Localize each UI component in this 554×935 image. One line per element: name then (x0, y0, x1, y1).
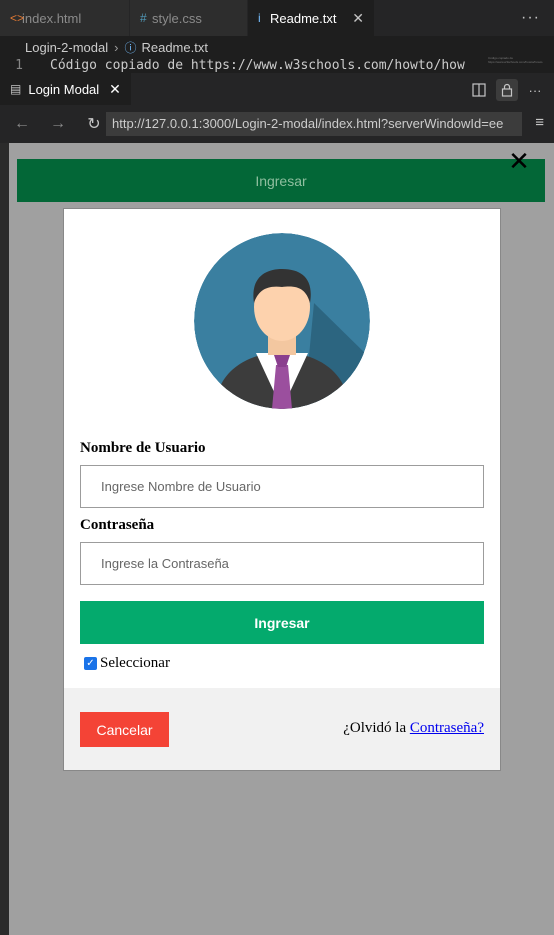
tab-style-css[interactable]: # style.css (130, 0, 248, 36)
forgot-password-link[interactable]: Contraseña? (410, 720, 484, 736)
modal-footer: Cancelar ¿Olvidó la Contraseña? (64, 688, 500, 770)
tab-label: style.css (152, 10, 202, 26)
username-label: Nombre de Usuario (80, 440, 206, 456)
editor-tab-bar: <> index.html # style.css i Readme.txt ✕ (0, 0, 554, 36)
css-file-icon: # (140, 11, 147, 25)
code-line[interactable]: 1 Código copiado de https://www.w3schools… (0, 58, 554, 74)
lock-icon[interactable] (496, 79, 518, 101)
password-label: Contraseña (80, 517, 155, 533)
cancel-button[interactable]: Cancelar (80, 712, 169, 747)
remember-me[interactable]: ✓ Seleccionar (84, 655, 170, 672)
tab-readme-txt[interactable]: i Readme.txt ✕ (248, 0, 375, 36)
panel-actions: ··· (468, 79, 546, 101)
back-arrow-icon[interactable]: ← (8, 110, 36, 138)
tab-label: Readme.txt (270, 10, 337, 26)
more-actions-icon[interactable]: ··· (521, 9, 540, 27)
breadcrumb-file[interactable]: Readme.txt (141, 40, 207, 55)
checkbox-checked-icon[interactable]: ✓ (84, 657, 97, 670)
forward-arrow-icon[interactable]: → (44, 110, 72, 138)
tab-label: index.html (22, 10, 82, 26)
password-input[interactable] (80, 542, 484, 585)
browser-preview-icon: ▤ (10, 82, 22, 96)
breadcrumb: Login-2-modal › ⓘ Readme.txt (0, 36, 554, 58)
forgot-password: ¿Olvidó la Contraseña? (343, 720, 484, 737)
login-submit-button[interactable]: Ingresar (80, 601, 484, 644)
close-icon[interactable]: ✕ (352, 10, 364, 27)
hamburger-menu-icon[interactable]: ≡ (535, 114, 544, 131)
html-file-icon: <> (10, 11, 25, 25)
line-number: 1 (15, 58, 23, 73)
split-editor-icon[interactable] (468, 79, 490, 101)
tab-login-modal[interactable]: ▤ Login Modal ✕ (0, 73, 131, 105)
info-icon: ⓘ (124, 40, 137, 55)
login-modal: Nombre de Usuario Contraseña Ingresar ✓ … (63, 208, 501, 771)
avatar (194, 233, 370, 409)
code-text: Código copiado de https://www.w3schools.… (50, 58, 465, 73)
close-icon[interactable]: ✕ (109, 81, 121, 98)
url-bar[interactable]: http://127.0.0.1:3000/Login-2-modal/inde… (106, 112, 522, 136)
open-login-button[interactable]: Ingresar (17, 159, 545, 202)
forgot-prefix: ¿Olvidó la (343, 720, 407, 736)
minimap[interactable]: Código copiado de https://www.w3schools.… (488, 56, 550, 64)
info-icon: i (258, 11, 261, 25)
left-gutter (0, 143, 9, 935)
close-icon[interactable]: ✕ (508, 148, 530, 174)
breadcrumb-folder[interactable]: Login-2-modal (25, 40, 108, 55)
tab-index-html[interactable]: <> index.html (0, 0, 130, 36)
tab-label: Login Modal (28, 81, 100, 97)
remember-label: Seleccionar (100, 655, 170, 671)
username-input[interactable] (80, 465, 484, 508)
refresh-icon[interactable]: ↻ (80, 110, 108, 138)
chevron-right-icon: › (114, 39, 119, 55)
more-actions-icon[interactable]: ··· (524, 79, 546, 101)
